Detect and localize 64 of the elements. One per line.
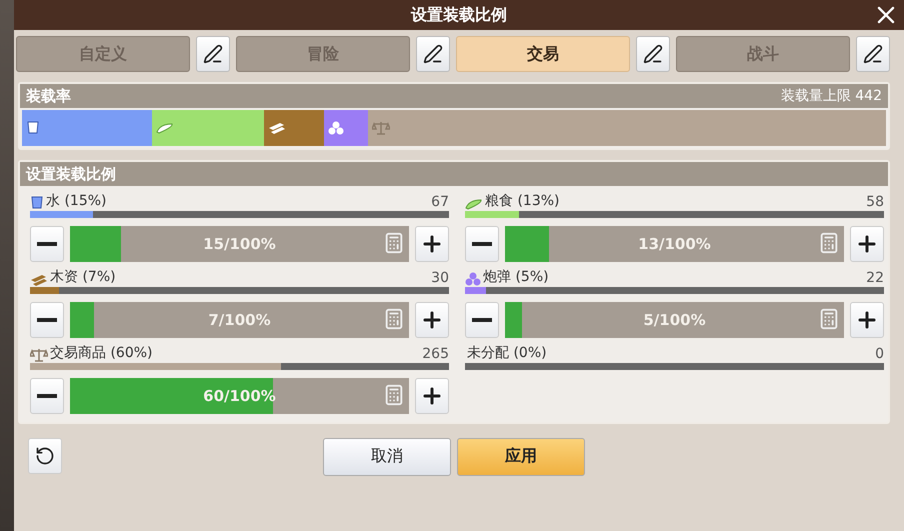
minus-icon [37,242,57,246]
cannonballs-icon [465,272,481,286]
preset-tab[interactable]: 冒险 [236,36,410,72]
minus-icon [37,394,57,398]
preset-tab[interactable]: 交易 [456,36,630,72]
pen-icon [643,44,663,64]
item-amount: 67 [431,194,449,210]
reset-icon [35,446,55,466]
ratio-value: 13/100% [638,235,711,253]
item-label: 木资 (7%) [50,268,117,286]
scale-icon [372,121,390,135]
scale-icon [30,348,48,362]
pen-icon [203,44,223,64]
increase-button[interactable] [850,302,884,338]
ratio-slider[interactable]: 5/100% [505,302,844,338]
ratio-slider[interactable]: 15/100% [70,226,409,262]
panel-title: 装载率 [26,86,71,106]
bread-icon [156,122,174,134]
ratio-slider[interactable]: 7/100% [70,302,409,338]
increase-button[interactable] [415,302,449,338]
decrease-button[interactable] [30,302,64,338]
apply-button[interactable]: 应用 [457,438,585,476]
edit-button[interactable] [856,36,890,72]
decrease-button[interactable] [465,302,499,338]
minus-icon [472,318,492,322]
planks-icon [30,274,48,286]
window-title: 设置装载比例 [411,4,507,26]
cancel-button[interactable]: 取消 [323,438,451,476]
preset-tab[interactable]: 自定义 [16,36,190,72]
minus-icon [472,242,492,246]
reset-button[interactable] [28,438,62,474]
item-amount: 30 [431,270,449,286]
decrease-button[interactable] [30,226,64,262]
panel-title: 设置装载比例 [26,164,116,184]
decrease-button[interactable] [465,226,499,262]
barrel-icon [26,121,40,135]
item-amount: 0 [875,346,884,362]
increase-button[interactable] [850,226,884,262]
edit-button[interactable] [196,36,230,72]
bread-icon [465,198,483,210]
item-amount: 265 [422,346,449,362]
item-label: 粮食 (13%) [485,192,560,210]
ratio-value: 5/100% [643,311,706,329]
minus-icon [37,318,57,322]
pen-icon [863,44,883,64]
ratio-slider[interactable]: 13/100% [505,226,844,262]
planks-icon [268,122,286,134]
item-amount: 22 [866,270,884,286]
ratio-value: 15/100% [203,235,276,253]
increase-button[interactable] [415,226,449,262]
capacity-label: 装载量上限 442 [780,87,882,105]
item-label: 炮弹 (5%) [483,268,550,286]
item-amount: 58 [866,194,884,210]
edit-button[interactable] [636,36,670,72]
item-label: 交易商品 (60%) [50,344,154,362]
ratio-value: 7/100% [208,311,271,329]
cannonballs-icon [328,121,344,135]
decrease-button[interactable] [30,378,64,414]
item-label: 未分配 (0%) [467,344,548,362]
preset-tab[interactable]: 战斗 [676,36,850,72]
pen-icon [423,44,443,64]
increase-button[interactable] [415,378,449,414]
edit-button[interactable] [416,36,450,72]
item-label: 水 (15%) [46,192,108,210]
